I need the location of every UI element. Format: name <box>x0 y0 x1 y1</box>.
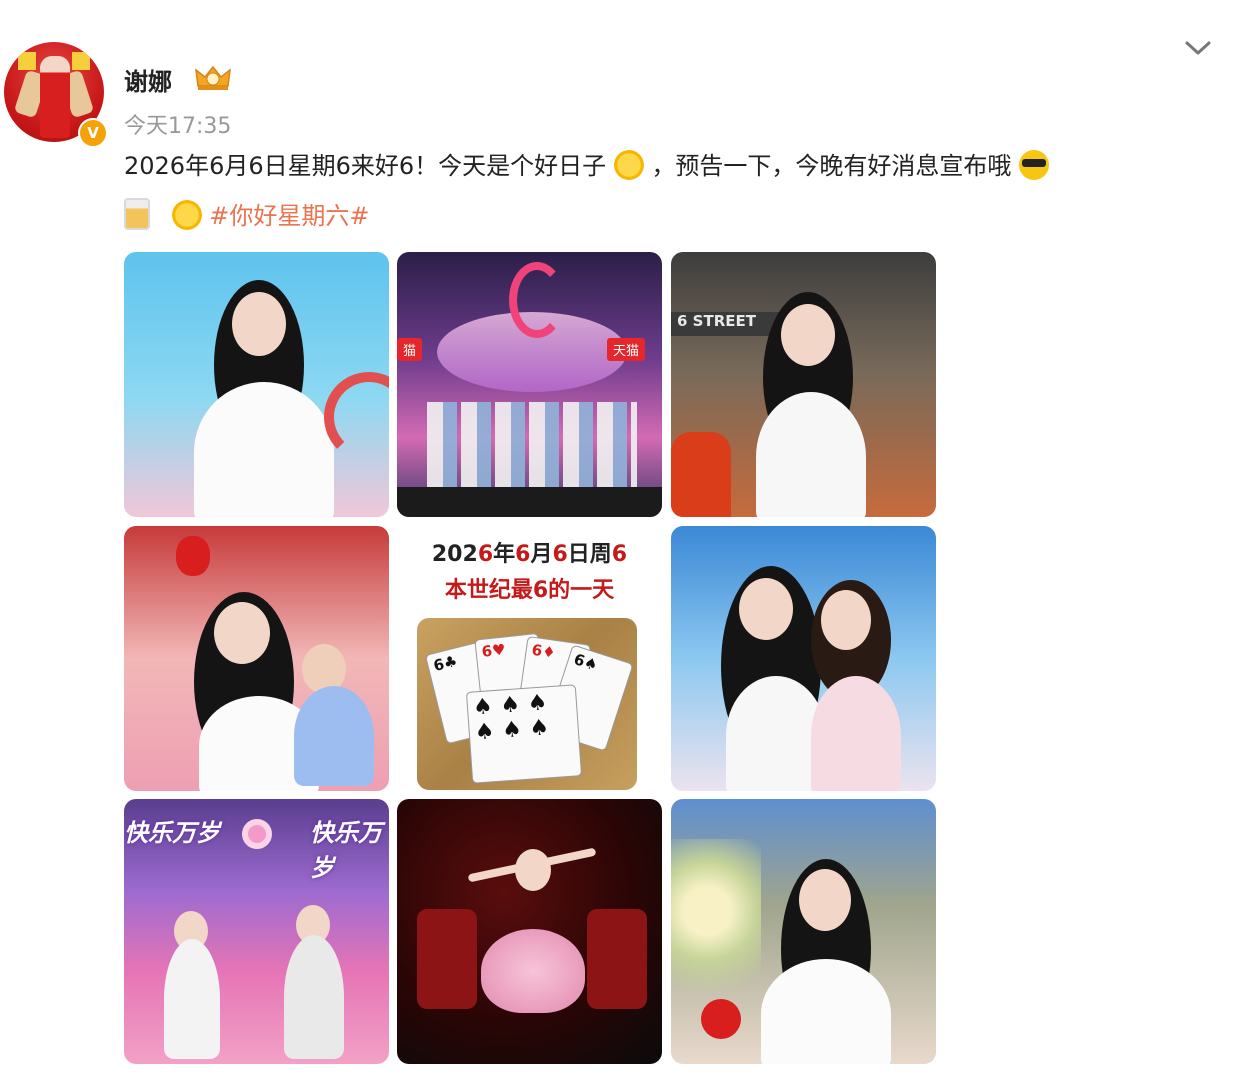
poster-text-highlight: 6 <box>552 542 568 567</box>
poster-text-highlight: 6 <box>611 542 628 567</box>
photo-subject-2-shirt <box>294 686 374 786</box>
post-image-9[interactable] <box>671 799 936 1064</box>
post-text-line-1: 2026年6月6日星期6来好6！今天是个好日子 ，预告一下，今晚有好消息宣布哦 <box>124 148 1050 184</box>
post-text-continued: ，预告一下，今晚有好消息宣布哦 <box>651 152 1012 180</box>
poster-text-highlight: 6 <box>477 542 494 567</box>
photo-subject-face <box>781 304 835 366</box>
red-lantern <box>176 536 210 576</box>
post-image-4[interactable] <box>124 526 389 791</box>
flower-decoration <box>671 839 761 1019</box>
post-text-line-2: #你好星期六# <box>124 198 370 234</box>
post-image-8[interactable] <box>397 799 662 1064</box>
photo-subject-face <box>799 869 851 931</box>
post-image-5[interactable]: 2026年6月6日周6 本世纪最6的一天 6♣ 6♥ 6♦ 6♠ ♠ ♠ ♠ ♠ … <box>397 526 662 791</box>
dancer-background <box>417 909 477 1009</box>
post-timestamp[interactable]: 今天17:35 <box>124 108 231 140</box>
tmall-tag: 天猫 <box>607 338 646 361</box>
sun-emoji-icon <box>171 200 202 230</box>
avatar-decoration <box>72 52 90 70</box>
poster-table: 6♣ 6♥ 6♦ 6♠ ♠ ♠ ♠ ♠ ♠ ♠ <box>417 618 637 790</box>
hashtag-link[interactable]: #你好星期六# <box>209 202 369 230</box>
stage-banner: 快乐万岁 <box>310 819 382 882</box>
ping-pong-paddle <box>701 999 741 1039</box>
card-rank: 6 <box>480 641 494 661</box>
verified-badge-icon: V <box>78 118 108 148</box>
avatar-decoration <box>18 52 36 70</box>
mailbox <box>671 432 731 517</box>
post-image-1[interactable] <box>124 252 389 517</box>
tmall-tag: 猫 <box>397 338 423 361</box>
stage-floor <box>397 487 662 517</box>
stage-performers <box>427 402 637 492</box>
avatar-figure <box>40 56 70 138</box>
cool-sunglasses-emoji-icon <box>1019 150 1050 180</box>
card-rank: 6 <box>571 650 588 671</box>
image-grid: 猫 天猫 6 STREET 2026年6月6日周6 本世纪最6的一天 6♣ 6♥… <box>124 252 936 1064</box>
post-image-2[interactable]: 猫 天猫 <box>397 252 662 517</box>
poster-text: 月 <box>530 542 553 567</box>
photo-subject-2-top <box>811 676 901 791</box>
post-text: 2026年6月6日星期6来好6！今天是个好日子 <box>124 152 607 180</box>
donut-prop <box>242 819 272 849</box>
sun-emoji-icon <box>613 150 644 180</box>
vip-crown-icon[interactable] <box>194 64 232 92</box>
card-rank: 6 <box>431 655 447 676</box>
photo-subject-dress <box>761 959 891 1064</box>
photo-subject-2-face <box>821 590 871 650</box>
stage-banner: 快乐万岁 <box>124 819 220 847</box>
photo-subject-face <box>232 292 286 356</box>
card-rank: 6 <box>530 640 544 661</box>
author-name[interactable]: 谢娜 <box>124 62 172 97</box>
beer-emoji-icon <box>124 198 150 230</box>
post-image-3[interactable]: 6 STREET <box>671 252 936 517</box>
poster-text-highlight: 6 <box>515 542 531 567</box>
post-image-7[interactable]: 快乐万岁 快乐万岁 <box>124 799 389 1064</box>
poster-text: 202 <box>431 542 478 567</box>
photo-subject-dress <box>194 382 334 517</box>
poster-subtitle: 本世纪最6的一天 <box>444 578 615 603</box>
weibo-post: V 谢娜 今天17:35 2026年6月6日星期6来好6！今天是个好日子 ，预告… <box>0 0 1243 1080</box>
photo-subject-face <box>739 578 793 640</box>
poster-text: 年 <box>493 542 516 567</box>
post-image-6[interactable] <box>671 526 936 791</box>
poster-text: 日周 <box>567 542 612 567</box>
dancer-dress <box>481 929 585 1013</box>
playing-card: ♠ ♠ ♠ ♠ ♠ ♠ <box>465 684 583 784</box>
chevron-down-icon[interactable] <box>1184 38 1212 58</box>
performer-1 <box>164 939 220 1059</box>
photo-subject-dress <box>756 392 866 517</box>
dancer-background <box>587 909 647 1009</box>
performer-2 <box>284 935 344 1059</box>
stage-logo <box>509 262 565 338</box>
poster-date-line: 2026年6月6日周6 <box>397 536 662 568</box>
photo-subject-face <box>214 602 270 664</box>
